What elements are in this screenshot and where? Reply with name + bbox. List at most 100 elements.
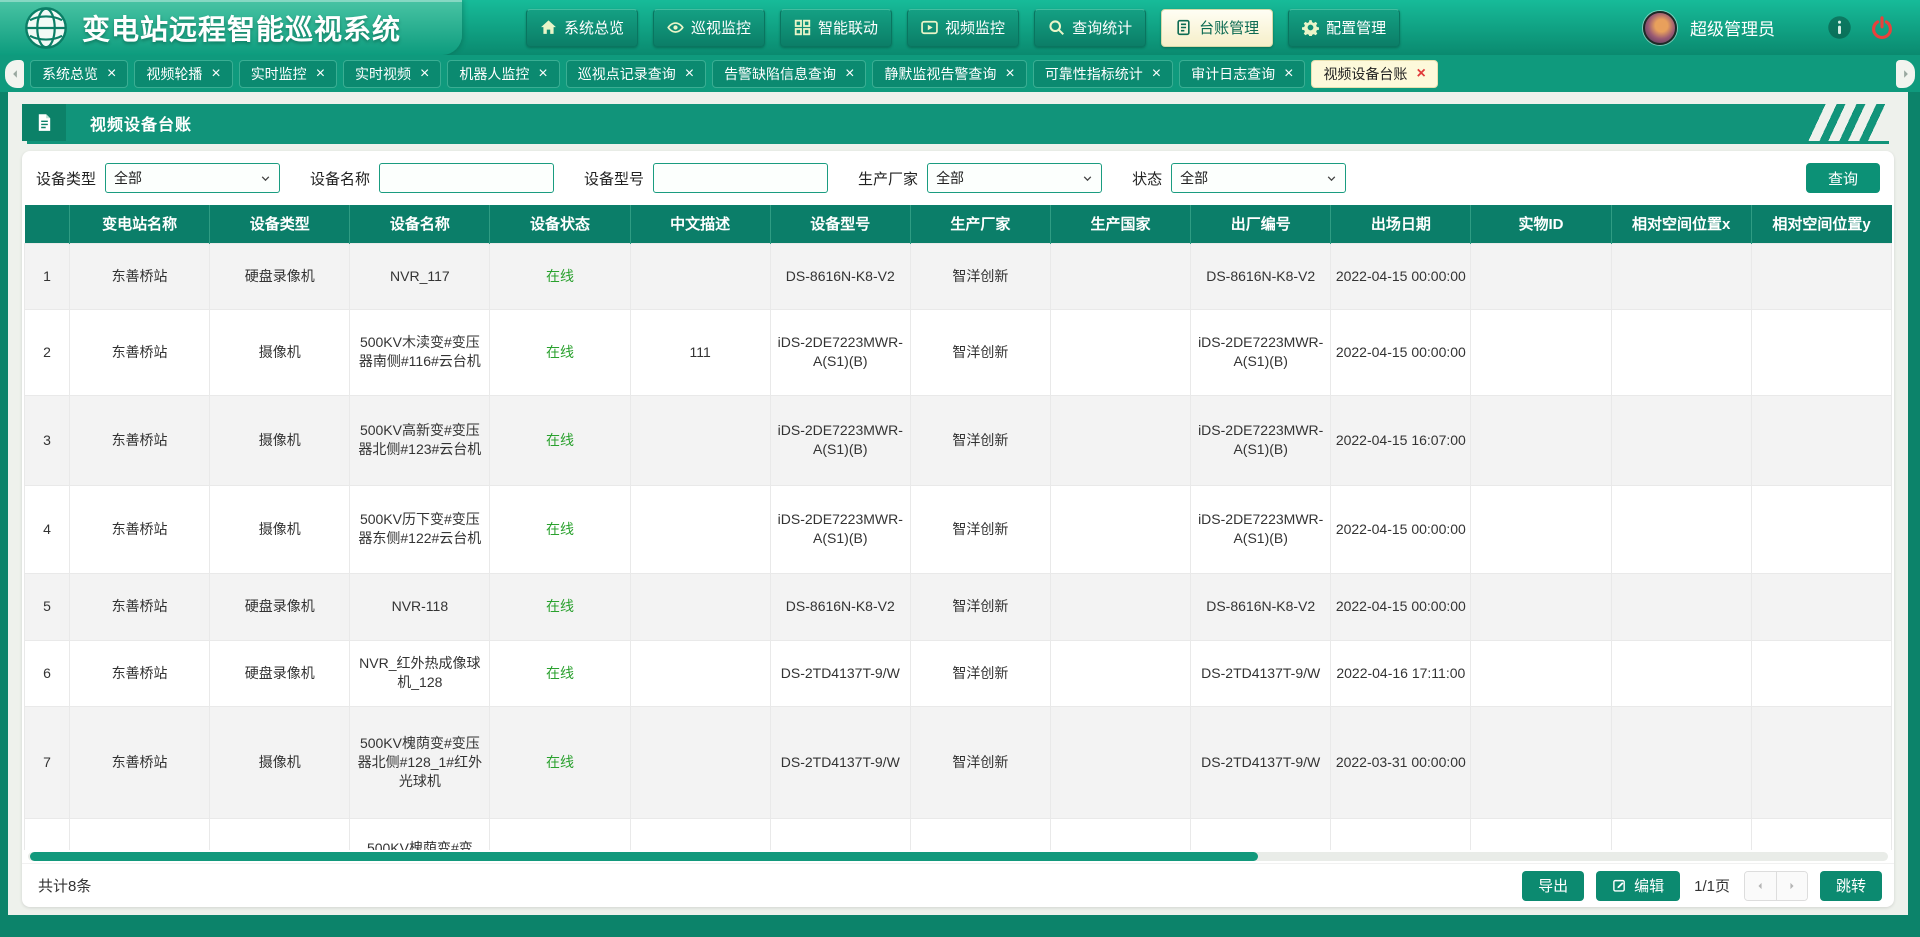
- cell: [1751, 573, 1891, 640]
- title-stripes-decoration: [1808, 104, 1894, 141]
- device-table: 变电站名称设备类型设备名称设备状态中文描述设备型号生产厂家生产国家出厂编号出场日…: [22, 205, 1894, 850]
- app-title: 变电站远程智能巡视系统: [82, 8, 401, 48]
- column-header: 设备型号: [770, 205, 910, 243]
- cell: [1050, 485, 1190, 573]
- cell: 在线: [490, 485, 630, 573]
- export-button[interactable]: 导出: [1522, 871, 1584, 901]
- cell: iDS-2DE7223MWR-A(S1)(B): [1191, 395, 1331, 485]
- nav-button-video[interactable]: 视频监控: [907, 9, 1019, 47]
- tab-审计日志查询[interactable]: 审计日志查询×: [1179, 60, 1305, 88]
- close-icon[interactable]: ×: [1416, 66, 1425, 82]
- close-icon[interactable]: ×: [107, 66, 116, 82]
- cell: 500KV槐荫变#变: [350, 818, 490, 850]
- device-name-label: 设备名称: [310, 168, 370, 189]
- manufacturer-value: 全部: [936, 168, 964, 188]
- cell: [1050, 706, 1190, 818]
- cell: 在线: [490, 395, 630, 485]
- info-icon[interactable]: [1827, 15, 1852, 40]
- nav-button-ledger[interactable]: 台账管理: [1161, 9, 1273, 47]
- nav-button-search[interactable]: 查询统计: [1034, 9, 1146, 47]
- close-icon[interactable]: ×: [1005, 66, 1014, 82]
- top-header: 变电站远程智能巡视系统 系统总览巡视监控智能联动视频监控查询统计台账管理配置管理…: [0, 0, 1920, 55]
- cell: 在线: [490, 243, 630, 309]
- close-icon[interactable]: ×: [845, 66, 854, 82]
- tabs-scroll-right-icon[interactable]: [1896, 60, 1915, 88]
- status-select[interactable]: 全部: [1171, 163, 1346, 193]
- cell: [1751, 309, 1891, 395]
- device-name-input[interactable]: [379, 163, 554, 193]
- cell: 在线: [490, 309, 630, 395]
- device-type-select[interactable]: 全部: [105, 163, 280, 193]
- scrollbar-thumb[interactable]: [30, 852, 1258, 861]
- table-row[interactable]: 7东善桥站摄像机500KV槐荫变#变压器北侧#128_1#红外光球机在线DS-2…: [25, 706, 1892, 818]
- tab-巡视点记录查询[interactable]: 巡视点记录查询×: [566, 60, 706, 88]
- device-model-input[interactable]: [653, 163, 828, 193]
- table-row[interactable]: 500KV槐荫变#变: [25, 818, 1892, 850]
- cell: DS-2TD4137T-9/W: [1191, 640, 1331, 706]
- tab-视频轮播[interactable]: 视频轮播×: [134, 60, 232, 88]
- filter-bar: 设备类型 全部 设备名称 设备型号 生产厂家 全: [22, 151, 1894, 205]
- cell: 2022-04-15 00:00:00: [1331, 309, 1471, 395]
- cell: 智洋创新: [910, 309, 1050, 395]
- cell: 东善桥站: [70, 706, 210, 818]
- cell: DS-8616N-K8-V2: [1191, 243, 1331, 309]
- nav-button-link-grid[interactable]: 智能联动: [780, 9, 892, 47]
- table-row[interactable]: 2东善桥站摄像机500KV木渎变#变压器南侧#116#云台机在线111iDS-2…: [25, 309, 1892, 395]
- nav-button-eye[interactable]: 巡视监控: [653, 9, 765, 47]
- cell: [630, 573, 770, 640]
- cell: 东善桥站: [70, 395, 210, 485]
- table-row[interactable]: 4东善桥站摄像机500KV历下变#变压器东侧#122#云台机在线iDS-2DE7…: [25, 485, 1892, 573]
- pager: [1744, 871, 1808, 901]
- cell: [1471, 706, 1611, 818]
- tab-可靠性指标统计[interactable]: 可靠性指标统计×: [1033, 60, 1173, 88]
- manufacturer-select[interactable]: 全部: [927, 163, 1102, 193]
- cell: [1611, 640, 1751, 706]
- logout-power-icon[interactable]: [1870, 16, 1894, 40]
- cell: 智洋创新: [910, 706, 1050, 818]
- nav-button-home[interactable]: 系统总览: [526, 9, 638, 47]
- avatar[interactable]: [1643, 11, 1677, 45]
- close-icon[interactable]: ×: [685, 66, 694, 82]
- tab-实时监控[interactable]: 实时监控×: [239, 60, 337, 88]
- table-row[interactable]: 3东善桥站摄像机500KV高新变#变压器北侧#123#云台机在线iDS-2DE7…: [25, 395, 1892, 485]
- edit-button[interactable]: 编辑: [1596, 871, 1680, 901]
- close-icon[interactable]: ×: [420, 66, 429, 82]
- prev-page-button[interactable]: [1745, 872, 1776, 900]
- tab-静默监视告警查询[interactable]: 静默监视告警查询×: [872, 60, 1026, 88]
- tab-机器人监控[interactable]: 机器人监控×: [447, 60, 559, 88]
- table-row[interactable]: 1东善桥站硬盘录像机NVR_117在线DS-8616N-K8-V2智洋创新DS-…: [25, 243, 1892, 309]
- close-icon[interactable]: ×: [211, 66, 220, 82]
- content-card: 设备类型 全部 设备名称 设备型号 生产厂家 全: [22, 151, 1894, 907]
- page-indicator: 1/1页: [1694, 875, 1730, 896]
- page-title: 视频设备台账: [90, 111, 192, 135]
- tab-实时视频[interactable]: 实时视频×: [343, 60, 441, 88]
- next-page-button[interactable]: [1776, 872, 1807, 900]
- close-icon[interactable]: ×: [1284, 66, 1293, 82]
- close-icon[interactable]: ×: [316, 66, 325, 82]
- horizontal-scrollbar[interactable]: [28, 852, 1888, 861]
- workspace: 视频设备台账 设备类型 全部 设备名称 设备型号: [8, 92, 1908, 915]
- cell: [1751, 640, 1891, 706]
- tab-系统总览[interactable]: 系统总览×: [30, 60, 128, 88]
- jump-button[interactable]: 跳转: [1820, 871, 1882, 901]
- cell: 智洋创新: [910, 640, 1050, 706]
- close-icon[interactable]: ×: [538, 66, 547, 82]
- tab-告警缺陷信息查询[interactable]: 告警缺陷信息查询×: [712, 60, 866, 88]
- tab-视频设备台账[interactable]: 视频设备台账×: [1311, 60, 1437, 88]
- query-button[interactable]: 查询: [1806, 163, 1880, 193]
- tabs-scroll-left-icon[interactable]: [5, 60, 24, 88]
- nav-button-gear[interactable]: 配置管理: [1288, 9, 1400, 47]
- device-model-filter: 设备型号: [584, 163, 828, 193]
- cell: [1471, 395, 1611, 485]
- cell: [1611, 818, 1751, 850]
- table-footer: 共计8条 导出 编辑 1/1页 跳转: [22, 863, 1894, 907]
- cell: 2022-04-15 00:00:00: [1331, 485, 1471, 573]
- cell: 东善桥站: [70, 243, 210, 309]
- table-row[interactable]: 5东善桥站硬盘录像机NVR-118在线DS-8616N-K8-V2智洋创新DS-…: [25, 573, 1892, 640]
- cell: 6: [25, 640, 70, 706]
- table-row[interactable]: 6东善桥站硬盘录像机NVR_红外热成像球机_128在线DS-2TD4137T-9…: [25, 640, 1892, 706]
- close-icon[interactable]: ×: [1152, 66, 1161, 82]
- cell: [1611, 395, 1751, 485]
- cell: [630, 640, 770, 706]
- cell: [1751, 485, 1891, 573]
